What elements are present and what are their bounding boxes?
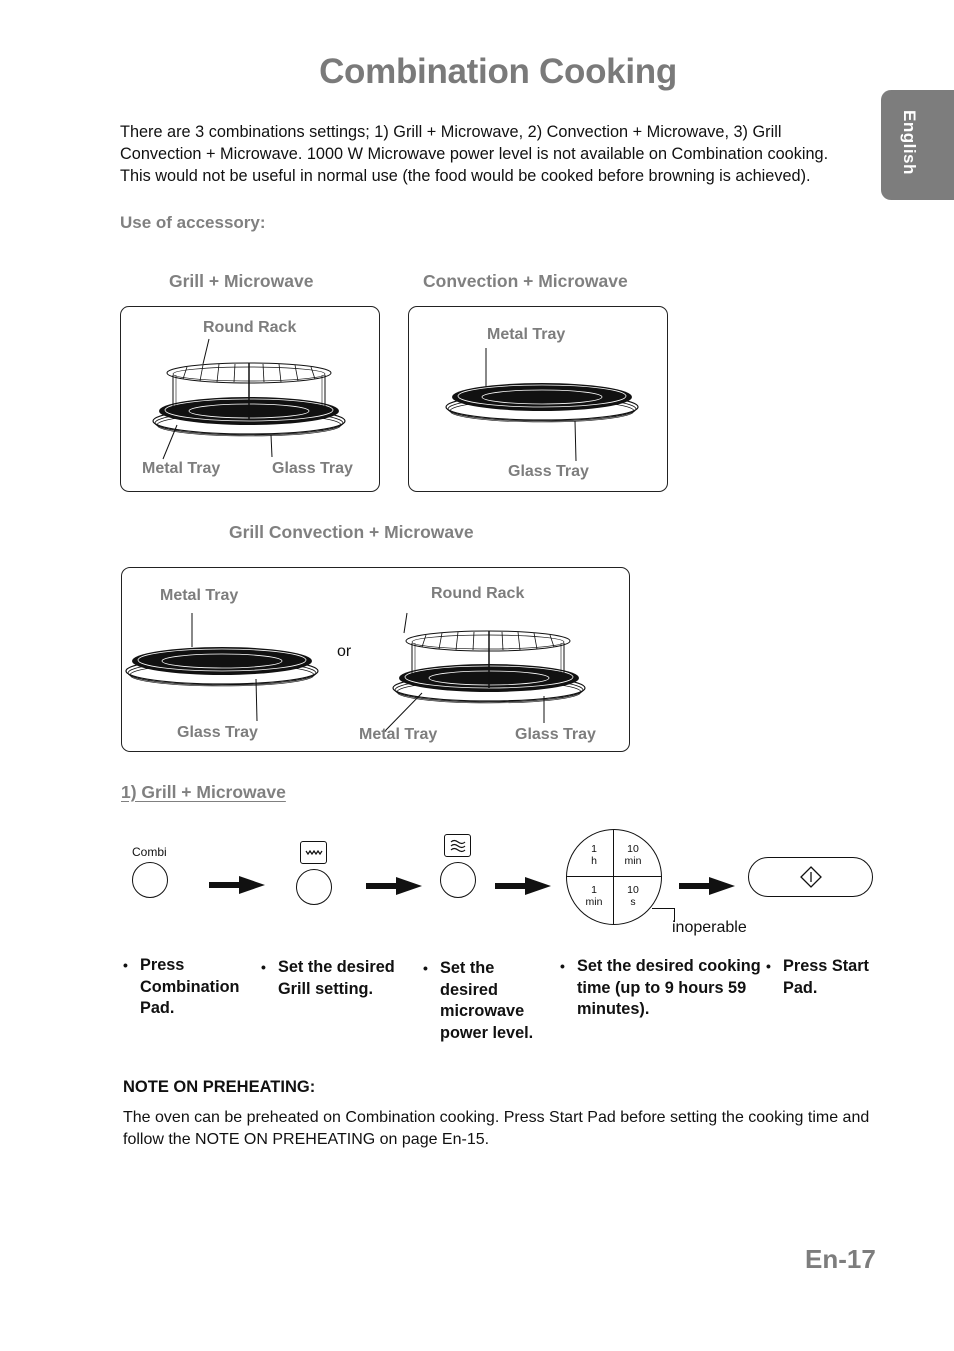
bullet: • (423, 960, 428, 976)
round-rack-label: Round Rack (431, 585, 525, 602)
step-item: • Set the desired cooking time (up to 9 … (560, 957, 761, 1018)
intro-paragraph: There are 3 combinations settings; 1) Gr… (120, 123, 829, 185)
bullet: • (261, 959, 266, 975)
bullet: • (766, 958, 771, 974)
or-text: or (337, 643, 352, 660)
dial-hour-button[interactable]: 1 h (574, 843, 614, 867)
grill-element-icon (300, 841, 327, 864)
grill-microwave-title: Grill + Microwave (169, 271, 314, 291)
bullet: • (560, 958, 565, 974)
language-tab[interactable]: English (881, 90, 954, 200)
step-item: • Set the desired Grill setting. (261, 958, 395, 998)
microwave-waves-icon (444, 834, 471, 857)
note-heading: NOTE ON PREHEATING: (123, 1078, 316, 1096)
accessory-heading: Use of accessory: (120, 213, 266, 232)
combination-pad-button[interactable] (132, 862, 168, 898)
bullet: • (123, 957, 128, 973)
right-arrow-icon (209, 876, 265, 894)
glass-tray-label: Glass Tray (272, 460, 353, 477)
glass-tray-label: Glass Tray (508, 463, 589, 480)
grill-microwave-diagram: Round Rack Metal Tray Glass Tray (120, 306, 380, 492)
metal-tray-label: Metal Tray (160, 587, 239, 604)
right-arrow-icon (495, 877, 551, 895)
metal-tray-label: Metal Tray (142, 460, 221, 477)
language-tab-label: English (900, 110, 919, 175)
metal-tray-label: Metal Tray (359, 726, 438, 743)
grill-convection-microwave-diagram: Metal Tray Glass Tray or Round Rack Meta… (121, 567, 630, 752)
metal-tray-label: Metal Tray (487, 326, 566, 343)
inoperable-callout: inoperable (672, 919, 747, 936)
dial-10min-button[interactable]: 10 min (613, 843, 653, 867)
round-rack-label: Round Rack (203, 319, 297, 336)
convection-microwave-diagram: Metal Tray Glass Tray (408, 306, 668, 492)
right-arrow-icon (366, 877, 422, 895)
glass-tray-label: Glass Tray (515, 726, 596, 743)
time-dial[interactable]: 1 h 10 min 1 min 10 s (566, 829, 662, 925)
page-title: Combination Cooking (319, 52, 677, 91)
grill-convection-microwave-title: Grill Convection + Microwave (229, 522, 474, 542)
start-pad-button[interactable] (748, 857, 873, 897)
combi-label: Combi (132, 845, 167, 859)
dial-10s-button[interactable]: 10 s (613, 884, 653, 908)
note-body: The oven can be preheated on Combination… (123, 1109, 870, 1148)
microwave-pad-button[interactable] (440, 862, 476, 898)
step-item: • Press Combination Pad. (123, 956, 240, 1017)
start-diamond-icon (799, 866, 822, 888)
callout-line (652, 908, 675, 910)
right-arrow-icon (679, 877, 735, 895)
page-number: En-17 (805, 1244, 876, 1274)
dial-1min-button[interactable]: 1 min (574, 884, 614, 908)
step-item: • Set the desired microwave power level. (423, 959, 534, 1042)
dial-divider (567, 876, 661, 878)
step-item: • Press Start Pad. (766, 957, 869, 997)
glass-tray-label: Glass Tray (177, 724, 258, 741)
procedure-heading: 1) Grill + Microwave (121, 782, 286, 802)
convection-microwave-title: Convection + Microwave (423, 271, 628, 291)
grill-pad-button[interactable] (296, 869, 332, 905)
